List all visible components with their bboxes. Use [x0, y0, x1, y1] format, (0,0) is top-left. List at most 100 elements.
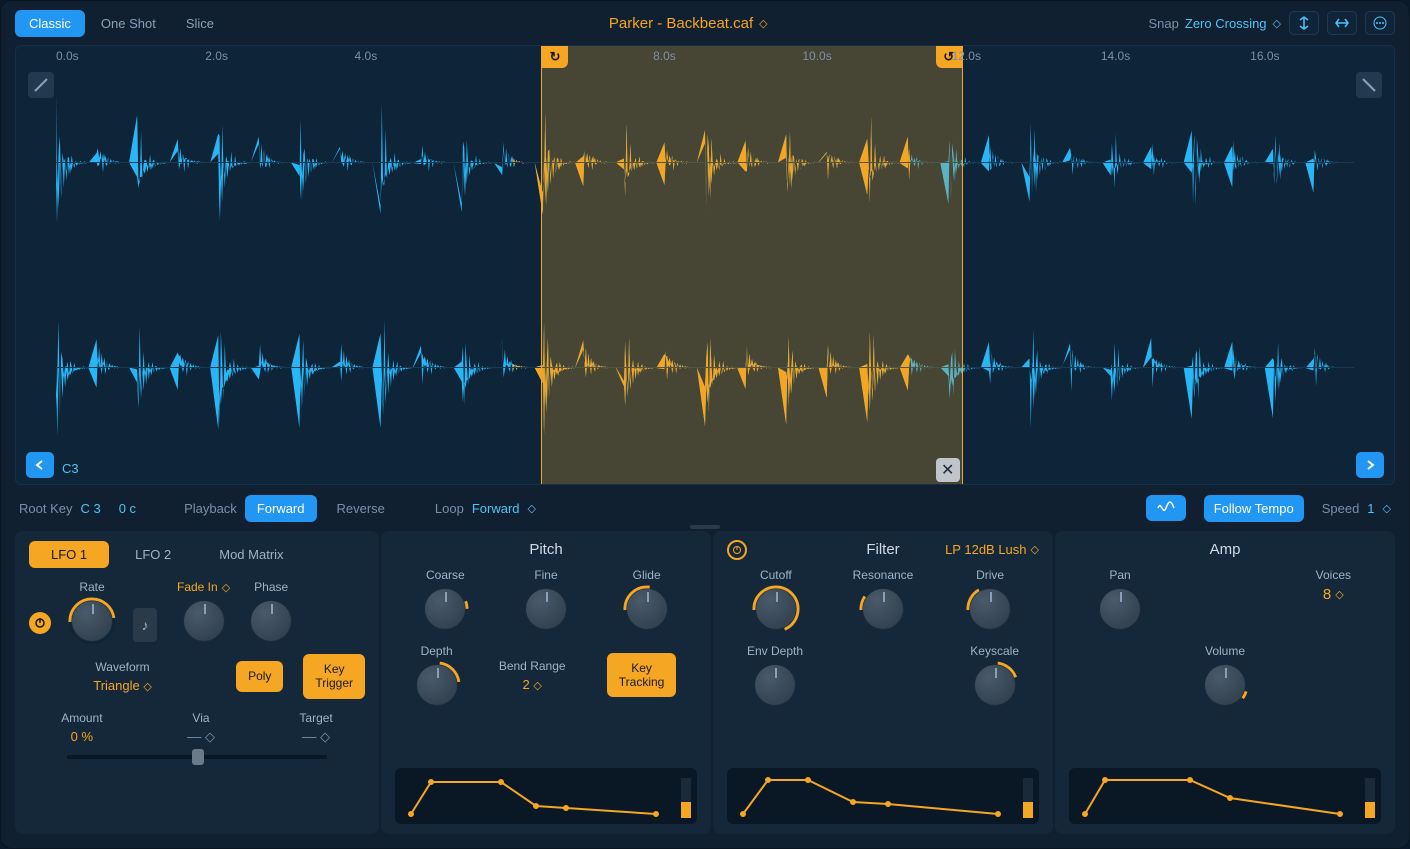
coarse-knob[interactable]	[424, 588, 466, 630]
playback-forward-button[interactable]: Forward	[245, 495, 317, 522]
snap-control[interactable]: Snap Zero Crossing ◇	[1149, 16, 1281, 31]
poly-button[interactable]: Poly	[236, 661, 283, 691]
waveform-label: Waveform	[95, 660, 149, 674]
top-toolbar: Classic One Shot Slice Parker - Backbeat…	[1, 1, 1409, 45]
snap-label: Snap	[1149, 16, 1179, 31]
fine-label: Fine	[534, 568, 557, 582]
root-key-value: C 3	[80, 501, 100, 516]
keyscale-label: Keyscale	[970, 644, 1019, 658]
target-value[interactable]: –– ◇	[302, 729, 330, 745]
ruler-tick: 16.0s	[1250, 49, 1279, 63]
playback-reverse-button[interactable]: Reverse	[325, 495, 397, 522]
horizontal-zoom-button[interactable]	[1327, 11, 1357, 35]
tune-cents-control[interactable]: 0 c	[119, 501, 136, 516]
snap-value: Zero Crossing	[1185, 16, 1267, 31]
filter-power-button[interactable]	[727, 540, 747, 560]
pitch-depth-knob[interactable]	[416, 664, 458, 706]
pitch-panel: Pitch Coarse Fine Glide Depth Bend Range…	[381, 531, 711, 834]
glide-label: Glide	[633, 568, 661, 582]
follow-tempo-button[interactable]: Follow Tempo	[1204, 495, 1304, 522]
tab-lfo1[interactable]: LFO 1	[29, 541, 109, 568]
flex-button[interactable]	[1146, 495, 1186, 521]
glide-knob[interactable]	[626, 588, 668, 630]
sample-filename[interactable]: Parker - Backbeat.caf ◇	[236, 15, 1140, 32]
filter-velocity-bar[interactable]	[1023, 778, 1033, 818]
via-label: Via	[192, 711, 209, 725]
prev-sample-button[interactable]	[26, 452, 54, 478]
waveform-value[interactable]: Triangle ◇	[93, 678, 152, 693]
fine-knob[interactable]	[525, 588, 567, 630]
resonance-label: Resonance	[853, 568, 914, 582]
speed-label: Speed	[1322, 501, 1360, 516]
filter-envelope[interactable]	[727, 768, 1039, 824]
playback-label: Playback	[184, 501, 237, 516]
waveform-display[interactable]: 0.0s 2.0s 4.0s 8.0s 10.0s 12.0s 14.0s 16…	[15, 45, 1395, 485]
amount-label: Amount	[61, 711, 102, 725]
filter-title: Filter	[866, 541, 899, 558]
target-label: Target	[299, 711, 332, 725]
tab-slice[interactable]: Slice	[172, 10, 228, 37]
quick-sampler-app: Classic One Shot Slice Parker - Backbeat…	[0, 0, 1410, 849]
pan-label: Pan	[1109, 568, 1130, 582]
loop-close-button[interactable]: ✕	[936, 458, 960, 482]
bend-range-value[interactable]: 2 ◇	[523, 677, 542, 692]
lfo-tabs: LFO 1 LFO 2 Mod Matrix	[29, 541, 365, 568]
speed-control[interactable]: Speed 1 ◇	[1322, 501, 1391, 516]
pan-knob[interactable]	[1099, 588, 1141, 630]
cutoff-label: Cutoff	[760, 568, 792, 582]
tab-classic[interactable]: Classic	[15, 10, 85, 37]
root-key-label: Root Key	[19, 501, 72, 516]
depth-label: Depth	[421, 644, 453, 658]
cents-value: 0 c	[119, 501, 136, 516]
pitch-title: Pitch	[529, 541, 562, 558]
pitch-velocity-bar[interactable]	[681, 778, 691, 818]
voices-label: Voices	[1316, 568, 1351, 582]
voices-value[interactable]: 8◇	[1323, 586, 1344, 603]
root-note-label: C3	[62, 461, 79, 476]
loop-mode-control[interactable]: Loop Forward ◇	[435, 501, 536, 516]
fade-knob[interactable]	[183, 600, 225, 642]
mode-tabs: Classic One Shot Slice	[15, 10, 228, 37]
via-value[interactable]: –– ◇	[187, 729, 215, 745]
lfo-power-button[interactable]	[29, 612, 51, 634]
panel-resize-handle[interactable]	[690, 525, 720, 529]
rate-knob[interactable]	[71, 600, 113, 642]
amp-velocity-bar[interactable]	[1365, 778, 1375, 818]
volume-knob[interactable]	[1204, 664, 1246, 706]
ruler-tick: 8.0s	[653, 49, 676, 63]
amp-envelope[interactable]	[1069, 768, 1381, 824]
tab-lfo2[interactable]: LFO 2	[113, 541, 193, 568]
ruler-tick: 4.0s	[355, 49, 378, 63]
cutoff-knob[interactable]	[755, 588, 797, 630]
keyscale-knob[interactable]	[974, 664, 1016, 706]
speed-value: 1	[1367, 501, 1374, 516]
more-menu-button[interactable]	[1365, 11, 1395, 35]
key-trigger-button[interactable]: Key Trigger	[303, 654, 365, 699]
fade-in-handle[interactable]	[28, 72, 54, 98]
loop-label: Loop	[435, 501, 464, 516]
ruler-tick: 12.0s	[952, 49, 981, 63]
amp-title: Amp	[1210, 541, 1241, 558]
pitch-key-tracking-button[interactable]: Key Tracking	[607, 653, 677, 698]
phase-knob[interactable]	[250, 600, 292, 642]
amount-value[interactable]: 0 %	[71, 729, 93, 744]
drive-label: Drive	[976, 568, 1004, 582]
tab-mod-matrix[interactable]: Mod Matrix	[197, 541, 305, 568]
bend-range-label: Bend Range	[499, 659, 566, 673]
tab-one-shot[interactable]: One Shot	[87, 10, 170, 37]
time-ruler[interactable]: 0.0s 2.0s 4.0s 8.0s 10.0s 12.0s 14.0s 16…	[56, 46, 1354, 68]
amount-slider[interactable]	[67, 755, 327, 759]
vertical-zoom-button[interactable]	[1289, 11, 1319, 35]
root-key-control[interactable]: Root Key C 3	[19, 501, 101, 516]
next-sample-button[interactable]	[1356, 452, 1384, 478]
drive-knob[interactable]	[969, 588, 1011, 630]
resonance-knob[interactable]	[862, 588, 904, 630]
fade-out-handle[interactable]	[1356, 72, 1382, 98]
pitch-envelope[interactable]	[395, 768, 697, 824]
slider-thumb[interactable]	[192, 749, 204, 765]
filter-type-selector[interactable]: LP 12dB Lush◇	[945, 542, 1039, 557]
filter-env-depth-knob[interactable]	[754, 664, 796, 706]
fade-label[interactable]: Fade In◇	[177, 580, 230, 594]
rate-sync-button[interactable]: ♪	[133, 608, 157, 642]
loop-region[interactable]: ↻ ↺ ✕	[541, 46, 963, 484]
